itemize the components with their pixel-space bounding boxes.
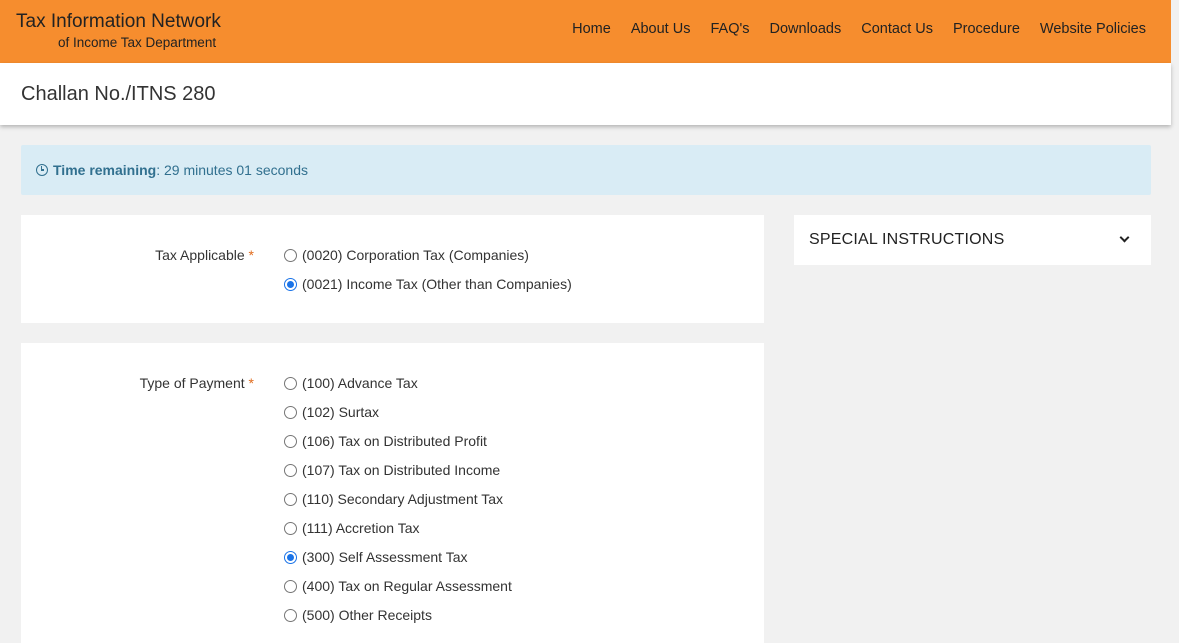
radio-button[interactable]	[284, 277, 297, 291]
payment-type-option-label: (110) Secondary Adjustment Tax	[302, 491, 504, 507]
brand-subtitle: of Income Tax Department	[58, 35, 217, 50]
clock-icon	[36, 164, 48, 176]
payment-type-option[interactable]: (111) Accretion Tax	[284, 520, 420, 536]
radio-button[interactable]	[284, 579, 297, 593]
time-remaining-alert: Time remaining: 29 minutes 01 seconds	[21, 145, 1151, 195]
main-nav: Home About Us FAQ's Downloads Contact Us…	[572, 21, 1146, 37]
title-bar: Challan No./ITNS 280	[0, 63, 1171, 125]
payment-type-option[interactable]: (500) Other Receipts	[284, 607, 432, 623]
tax-applicable-option[interactable]: (0020) Corporation Tax (Companies)	[284, 247, 529, 263]
nav-contact-us[interactable]: Contact Us	[861, 21, 933, 37]
payment-type-option-label: (102) Surtax	[302, 404, 380, 420]
required-marker: *	[248, 375, 254, 391]
radio-button[interactable]	[284, 521, 297, 535]
radio-button[interactable]	[284, 492, 297, 506]
payment-type-option[interactable]: (110) Secondary Adjustment Tax	[284, 491, 503, 507]
payment-type-option-label: (500) Other Receipts	[302, 607, 432, 623]
nav-faqs[interactable]: FAQ's	[710, 21, 749, 37]
payment-type-option-label: (106) Tax on Distributed Profit	[302, 433, 487, 449]
payment-type-option[interactable]: (100) Advance Tax	[284, 375, 418, 391]
time-remaining-value: 29 minutes 01 seconds	[164, 162, 308, 178]
radio-button[interactable]	[284, 405, 297, 419]
radio-button[interactable]	[284, 248, 297, 262]
radio-button[interactable]	[284, 463, 297, 477]
type-of-payment-label: Type of Payment *	[140, 375, 254, 391]
scrollbar[interactable]	[1171, 0, 1179, 643]
nav-downloads[interactable]: Downloads	[770, 21, 842, 37]
payment-type-option-label: (400) Tax on Regular Assessment	[302, 578, 512, 594]
time-remaining-label: Time remaining	[53, 162, 157, 178]
tax-applicable-label-text: Tax Applicable	[155, 247, 245, 263]
special-instructions-label: SPECIAL INSTRUCTIONS	[809, 231, 1005, 248]
special-instructions-toggle[interactable]: SPECIAL INSTRUCTIONS	[794, 215, 1151, 265]
time-remaining-separator: :	[156, 162, 161, 178]
nav-about-us[interactable]: About Us	[631, 21, 691, 37]
radio-button[interactable]	[284, 608, 297, 622]
payment-type-option[interactable]: (300) Self Assessment Tax	[284, 549, 467, 565]
chevron-down-icon	[1119, 232, 1130, 243]
type-of-payment-label-text: Type of Payment	[139, 375, 245, 391]
nav-procedure[interactable]: Procedure	[953, 21, 1020, 37]
tax-applicable-label: Tax Applicable *	[155, 247, 254, 263]
tax-applicable-option-label: (0020) Corporation Tax (Companies)	[302, 247, 529, 263]
payment-type-option[interactable]: (107) Tax on Distributed Income	[284, 462, 500, 478]
tax-applicable-option[interactable]: (0021) Income Tax (Other than Companies)	[284, 276, 572, 292]
radio-button[interactable]	[284, 550, 297, 564]
page-title: Challan No./ITNS 280	[21, 83, 216, 105]
tax-applicable-option-label: (0021) Income Tax (Other than Companies)	[302, 276, 572, 292]
payment-type-option-label: (111) Accretion Tax	[302, 520, 420, 536]
payment-type-option[interactable]: (102) Surtax	[284, 404, 379, 420]
site-header: Tax Information Network of Income Tax De…	[0, 0, 1171, 63]
brand-title: Tax Information Network	[16, 11, 221, 32]
nav-home[interactable]: Home	[572, 21, 611, 37]
payment-type-option-label: (100) Advance Tax	[302, 375, 418, 391]
radio-button[interactable]	[284, 434, 297, 448]
radio-button[interactable]	[284, 376, 297, 390]
payment-type-option-label: (300) Self Assessment Tax	[302, 549, 468, 565]
payment-type-option[interactable]: (106) Tax on Distributed Profit	[284, 433, 487, 449]
tax-applicable-card: Tax Applicable * (0020) Corporation Tax …	[21, 215, 764, 323]
payment-type-option-label: (107) Tax on Distributed Income	[302, 462, 501, 478]
type-of-payment-card: Type of Payment * (100) Advance Tax (102)…	[21, 343, 764, 643]
payment-type-option[interactable]: (400) Tax on Regular Assessment	[284, 578, 512, 594]
required-marker: *	[248, 247, 254, 263]
nav-website-policies[interactable]: Website Policies	[1040, 21, 1146, 37]
